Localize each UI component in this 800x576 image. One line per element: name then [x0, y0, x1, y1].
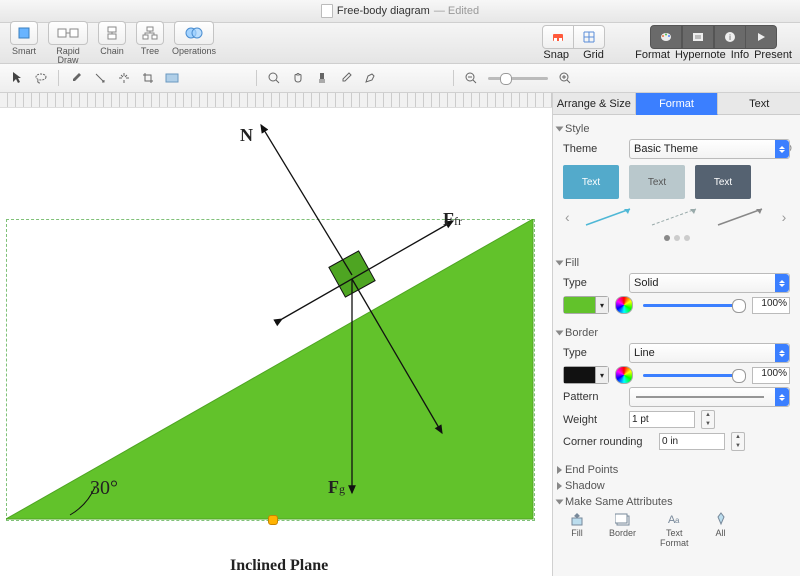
- inclined-plane-shape[interactable]: [6, 219, 534, 520]
- hypernote-button[interactable]: [682, 25, 714, 49]
- section-shadow[interactable]: Shadow: [557, 480, 790, 492]
- diagram-caption: Inclined Plane: [230, 557, 328, 575]
- corner-rounding-field[interactable]: 0 in: [659, 433, 725, 450]
- border-type-select[interactable]: Line: [629, 343, 790, 363]
- wand-tool[interactable]: [113, 68, 135, 88]
- section-fill[interactable]: Fill: [557, 257, 790, 269]
- inspector-panel: Arrange & Size Format Text Style Theme B…: [552, 93, 800, 576]
- document-title: Free-body diagram: [337, 5, 430, 17]
- dropper2-tool[interactable]: [335, 68, 357, 88]
- eyedropper-tool[interactable]: [65, 68, 87, 88]
- snap-button[interactable]: [542, 25, 574, 49]
- present-button[interactable]: [746, 25, 777, 49]
- brush-tool[interactable]: [311, 68, 333, 88]
- main-toolbar: Smart Rapid Draw Chain Tree Operations S…: [0, 23, 800, 64]
- operations-button[interactable]: Operations: [172, 21, 216, 56]
- zoom-in-button[interactable]: [554, 68, 576, 88]
- arrow-style-3[interactable]: [714, 205, 770, 229]
- section-endpoints[interactable]: End Points: [557, 464, 790, 476]
- corner-rounding-stepper[interactable]: ▲▼: [731, 432, 745, 451]
- theme-select[interactable]: Basic Theme: [629, 139, 790, 159]
- zoom-slider[interactable]: [488, 77, 548, 80]
- tab-format[interactable]: Format: [636, 93, 719, 115]
- info-button[interactable]: i: [714, 25, 746, 49]
- label-fg: Fg: [328, 477, 345, 498]
- section-style[interactable]: Style: [557, 123, 790, 135]
- grid-button[interactable]: [574, 25, 605, 49]
- window-titlebar: Free-body diagram — Edited: [0, 0, 800, 23]
- format-panel-button[interactable]: [650, 25, 682, 49]
- tree-button[interactable]: Tree: [134, 21, 166, 56]
- zoom-out-button[interactable]: [460, 68, 482, 88]
- next-style[interactable]: ›: [780, 209, 789, 225]
- tab-arrange[interactable]: Arrange & Size: [553, 93, 636, 115]
- label-ffr: Ffr: [443, 209, 462, 230]
- document-icon: [321, 4, 333, 18]
- same-all-button[interactable]: All: [713, 512, 729, 548]
- shape-tool[interactable]: [161, 68, 183, 88]
- border-weight-field[interactable]: 1 pt: [629, 411, 695, 428]
- pen-tool[interactable]: [359, 68, 381, 88]
- border-opacity-slider[interactable]: [643, 374, 742, 377]
- workspace: N Ffr Fg 30° Inclined Plane Arrange & Si…: [0, 93, 800, 576]
- fill-opacity-field[interactable]: 100%: [752, 297, 790, 314]
- svg-text:i: i: [729, 33, 731, 42]
- chain-button[interactable]: Chain: [96, 21, 128, 56]
- svg-text:a: a: [675, 516, 680, 525]
- crop-tool[interactable]: [137, 68, 159, 88]
- theme-swatch-1[interactable]: Text: [563, 165, 619, 199]
- fill-opacity-slider[interactable]: [643, 304, 742, 307]
- style-page-dots: [563, 235, 790, 241]
- border-opacity-field[interactable]: 100%: [752, 367, 790, 384]
- selection-handle[interactable]: [268, 515, 278, 525]
- cursor-tool[interactable]: [6, 68, 28, 88]
- same-border-button[interactable]: Border: [609, 512, 636, 548]
- same-fill-button[interactable]: Fill: [569, 512, 585, 548]
- theme-swatch-3[interactable]: Text: [695, 165, 751, 199]
- prev-style[interactable]: ‹: [563, 209, 572, 225]
- document-edited-label: — Edited: [434, 5, 479, 17]
- stamp-tool[interactable]: [89, 68, 111, 88]
- border-pattern-select[interactable]: [629, 387, 790, 407]
- smart-button[interactable]: Smart: [8, 21, 40, 56]
- label-n: N: [240, 125, 253, 146]
- theme-swatch-2[interactable]: Text: [629, 165, 685, 199]
- same-textformat-button[interactable]: AaText Format: [660, 512, 689, 548]
- lasso-tool[interactable]: [30, 68, 52, 88]
- arrow-style-1[interactable]: [582, 205, 638, 229]
- section-make-same[interactable]: Make Same Attributes: [557, 496, 790, 508]
- canvas-area[interactable]: N Ffr Fg 30° Inclined Plane: [0, 93, 552, 576]
- fill-type-select[interactable]: Solid: [629, 273, 790, 293]
- color-wheel-icon[interactable]: [615, 296, 633, 314]
- border-color-well[interactable]: ▾: [563, 366, 609, 384]
- tool-icon-bar: [0, 64, 800, 93]
- zoom-tool[interactable]: [263, 68, 285, 88]
- angle-label: 30°: [90, 477, 118, 500]
- rapid-draw-button[interactable]: Rapid Draw: [46, 21, 90, 65]
- section-border[interactable]: Border: [557, 327, 790, 339]
- ruler-horizontal: [0, 93, 552, 108]
- hand-tool[interactable]: [287, 68, 309, 88]
- border-weight-stepper[interactable]: ▲▼: [701, 410, 715, 429]
- tab-text[interactable]: Text: [718, 93, 800, 115]
- color-wheel-icon[interactable]: [615, 366, 633, 384]
- fill-color-well[interactable]: ▾: [563, 296, 609, 314]
- arrow-style-2[interactable]: [648, 205, 704, 229]
